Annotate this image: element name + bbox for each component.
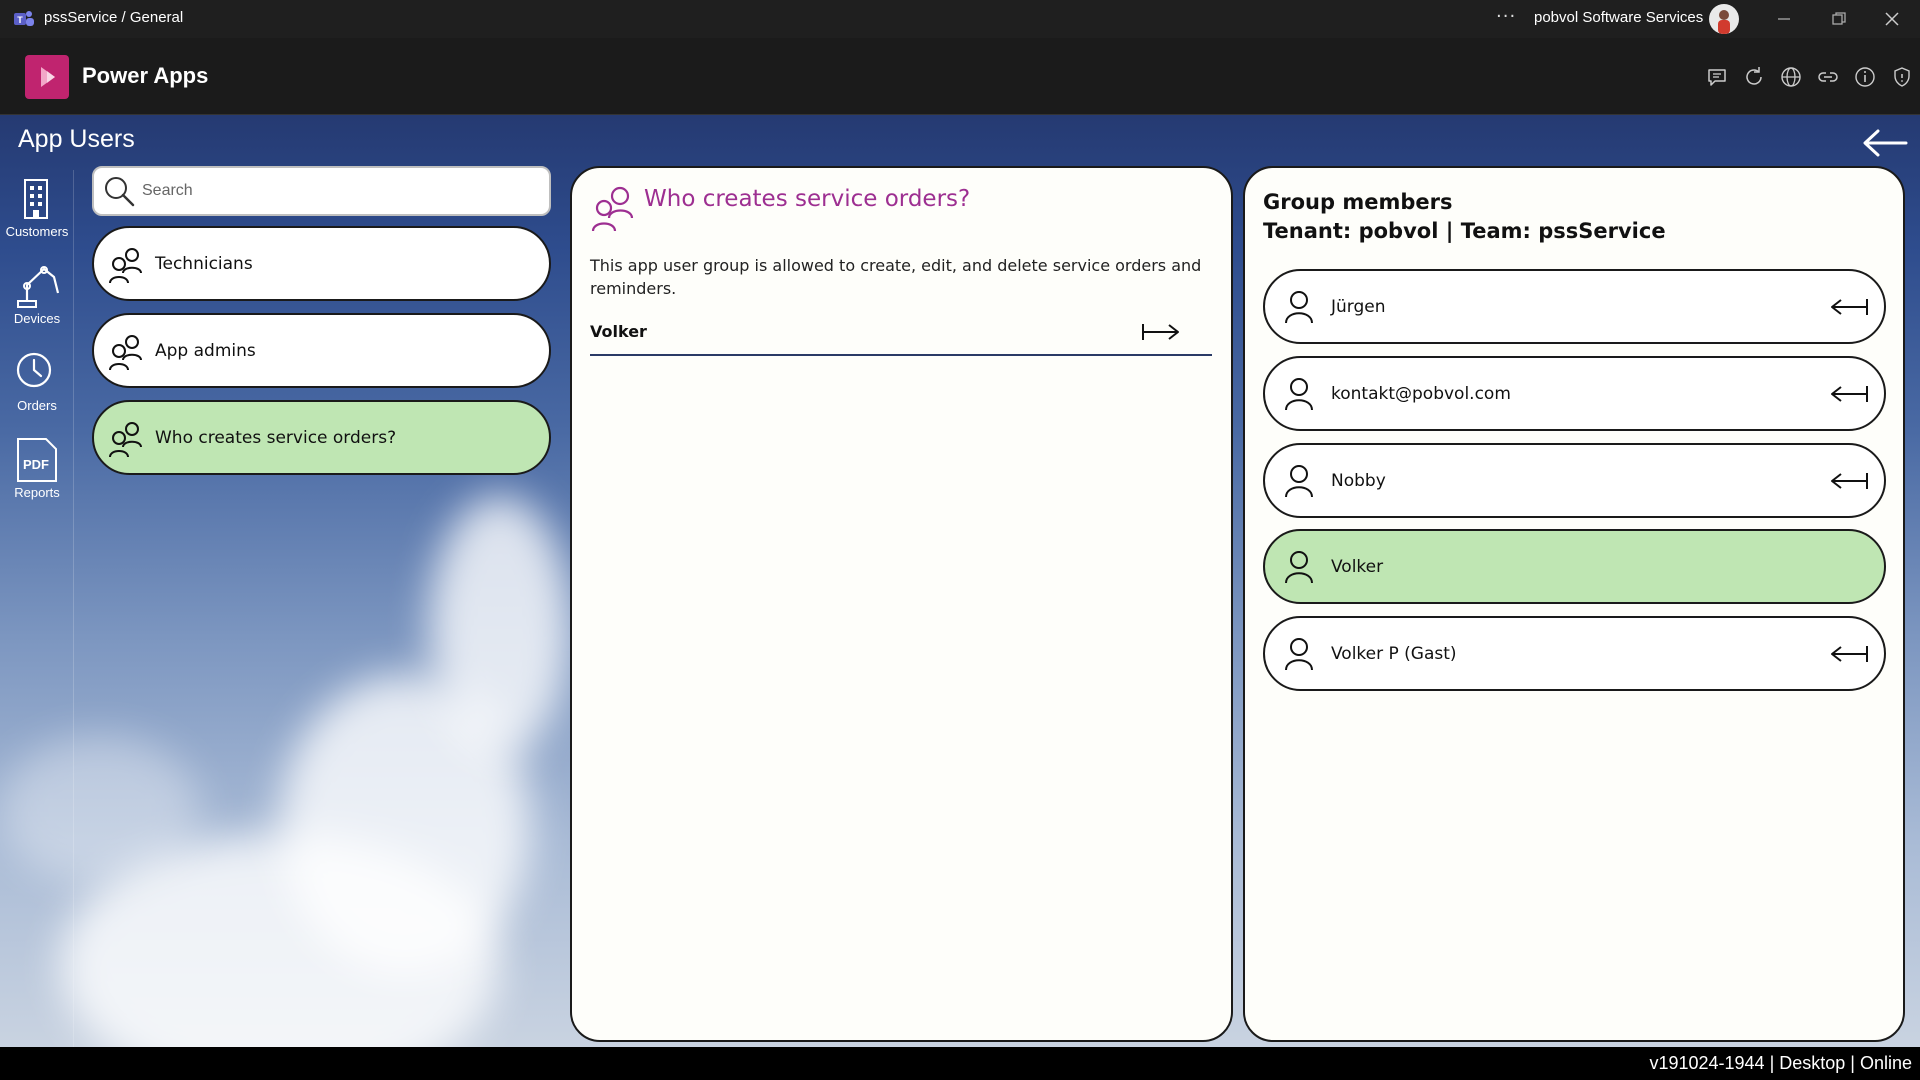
users-icon [109,248,142,284]
group-label: Technicians [155,254,253,274]
version-status-text: v191024-1944 | Desktop | Online [1649,1053,1912,1073]
group-item-app-admins[interactable]: App admins [92,313,551,388]
organization-name: pobvol Software Services [1534,9,1704,26]
user-icon [1285,291,1313,324]
window-title: pssService / General [44,9,184,26]
user-icon [1285,465,1313,498]
users-icon [109,422,142,458]
member-item[interactable]: Volker P (Gast) [1263,616,1886,691]
nav-item-orders[interactable]: Orders [0,344,74,424]
status-bar: v191024-1944 | Desktop | Online [0,1047,1920,1080]
group-label: App admins [155,341,256,361]
member-item-selected[interactable]: Volker [1263,529,1886,604]
nav-label-reports: Reports [14,485,60,500]
app-canvas: App Users Customers Devices Orders PDF R… [0,115,1920,1047]
group-item-technicians[interactable]: Technicians [92,226,551,301]
svg-text:T: T [17,15,23,25]
remove-from-group-arrow-icon[interactable] [1829,382,1869,406]
member-item[interactable]: kontakt@pobvol.com [1263,356,1886,431]
page-title: App Users [18,125,135,153]
back-arrow-button[interactable] [1862,127,1908,159]
nav-item-reports[interactable]: PDF Reports [0,431,74,511]
user-icon [1285,551,1313,584]
background-cloud [430,495,570,755]
group-label: Who creates service orders? [155,428,397,448]
robot-arm-icon [17,266,60,308]
remove-from-group-arrow-icon[interactable] [1829,469,1869,493]
left-navigation: Customers Devices Orders PDF Reports [0,170,74,1047]
add-to-group-arrow-icon[interactable] [1141,320,1181,344]
member-item[interactable]: Nobby [1263,443,1886,518]
info-icon[interactable] [1853,65,1877,89]
user-icon [1285,638,1313,671]
tenant-team-label: Tenant: pobvol | Team: pssService [1263,219,1666,243]
members-heading: Group members [1263,190,1453,214]
users-icon [109,335,142,371]
window-title-bar: T pssService / General ··· pobvol Softwa… [0,0,1920,38]
nav-label-customers: Customers [5,224,69,239]
member-name: Jürgen [1331,297,1386,317]
member-name: Nobby [1331,471,1386,491]
candidate-row: Volker [590,313,1212,356]
globe-icon[interactable] [1779,65,1803,89]
search-box[interactable] [92,166,551,216]
powerapps-logo-icon [25,55,69,99]
nav-label-orders: Orders [17,398,57,413]
users-icon [591,186,634,232]
nav-item-customers[interactable]: Customers [0,170,74,250]
remove-from-group-arrow-icon[interactable] [1829,295,1869,319]
building-icon [24,179,48,219]
search-input[interactable] [142,176,537,206]
group-title: Who creates service orders? [644,186,971,212]
teams-logo-icon: T [14,10,34,28]
search-icon [105,177,135,207]
nav-item-devices[interactable]: Devices [0,257,74,337]
group-item-service-orders[interactable]: Who creates service orders? [92,400,551,475]
restore-button[interactable] [1828,8,1850,30]
minimize-button[interactable] [1773,8,1795,30]
group-description: This app user group is allowed to create… [590,256,1202,298]
refresh-icon[interactable] [1742,65,1766,89]
link-icon[interactable] [1816,65,1840,89]
member-name: Volker [1331,557,1384,577]
member-item[interactable]: Jürgen [1263,269,1886,344]
powerapps-title: Power Apps [82,63,209,88]
remove-from-group-arrow-icon[interactable] [1829,642,1869,666]
member-name: Volker P (Gast) [1331,644,1457,664]
clock-icon [16,352,52,388]
shield-icon[interactable] [1890,65,1914,89]
pdf-icon: PDF [17,438,57,482]
member-name: kontakt@pobvol.com [1331,384,1511,404]
powerapps-header: Power Apps [0,38,1920,115]
svg-text:PDF: PDF [23,457,49,472]
user-avatar[interactable] [1709,4,1739,34]
more-options-button[interactable]: ··· [1496,6,1516,27]
close-window-button[interactable] [1881,8,1903,30]
nav-label-devices: Devices [13,311,61,326]
candidate-name: Volker [590,322,647,341]
group-members-panel: Group members Tenant: pobvol | Team: pss… [1243,166,1905,1042]
group-detail-panel: Who creates service orders? This app use… [570,166,1233,1042]
user-icon [1285,378,1313,411]
chat-icon[interactable] [1705,65,1729,89]
